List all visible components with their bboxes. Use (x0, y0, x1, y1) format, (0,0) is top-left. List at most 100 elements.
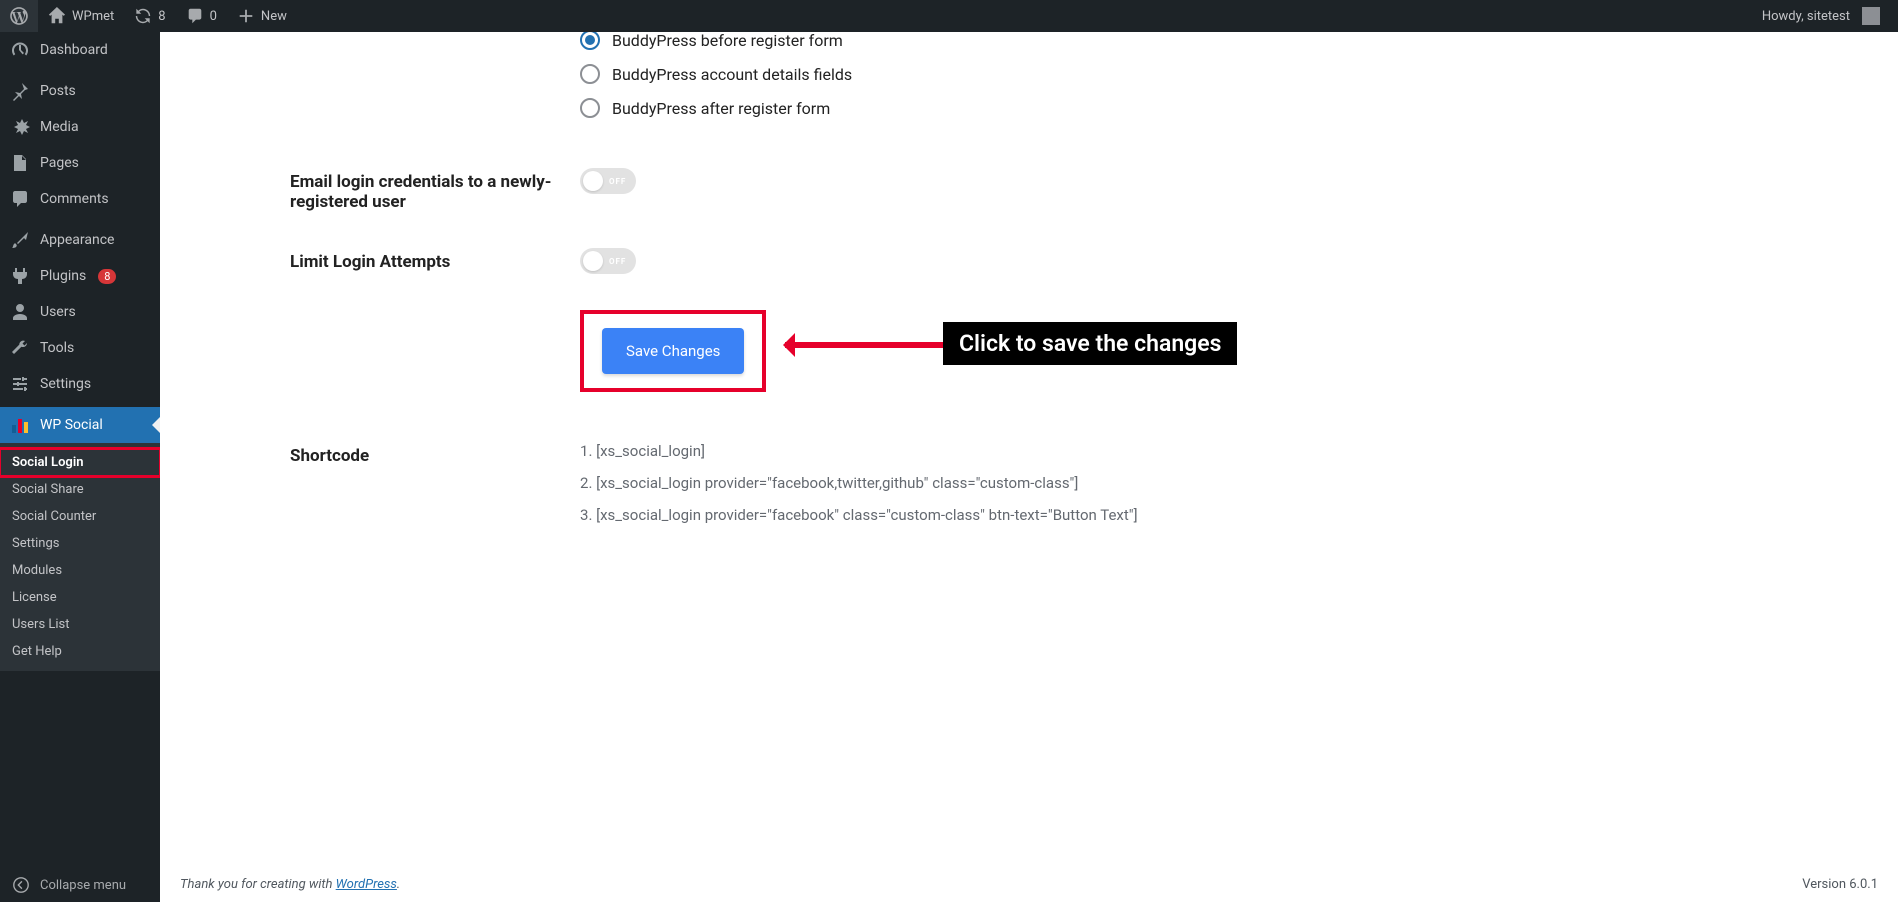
radio-label: BuddyPress account details fields (612, 65, 852, 84)
email-creds-label: Email login credentials to a newly-regis… (290, 168, 580, 212)
sidebar-item-users[interactable]: Users (0, 294, 160, 330)
user-icon (10, 302, 30, 322)
page-icon (10, 153, 30, 173)
submenu-social-counter[interactable]: Social Counter (0, 503, 160, 530)
footer-thanks-pre: Thank you for creating with (180, 877, 336, 892)
plug-icon (10, 266, 30, 286)
submenu-settings[interactable]: Settings (0, 530, 160, 557)
annotation-arrow (785, 342, 945, 348)
radio-group-label (290, 32, 580, 36)
adminbar-new[interactable]: New (227, 0, 297, 32)
radio-label: BuddyPress after register form (612, 99, 830, 118)
limit-attempts-label: Limit Login Attempts (290, 248, 580, 272)
annotation-callout: Click to save the changes (943, 322, 1237, 365)
comment-icon (10, 189, 30, 209)
sliders-icon (10, 374, 30, 394)
sidebar-label: Settings (40, 376, 91, 392)
submenu-license[interactable]: License (0, 584, 160, 611)
sidebar-item-comments[interactable]: Comments (0, 181, 160, 217)
sidebar-label: Media (40, 119, 79, 135)
email-creds-toggle[interactable]: OFF (580, 168, 636, 194)
update-icon (134, 7, 152, 25)
shortcode-list: [xs_social_login] [xs_social_login provi… (580, 442, 1878, 524)
dashboard-icon (10, 40, 30, 60)
buddypress-position-group: BuddyPress before register form BuddyPre… (580, 32, 1878, 132)
admin-bar: WPmet 8 0 New Howdy, sitetest (0, 0, 1898, 32)
toggle-knob (583, 251, 603, 271)
home-icon (48, 7, 66, 25)
sidebar-label: Tools (40, 340, 74, 356)
radio-icon (580, 98, 600, 118)
adminbar-site-name: WPmet (72, 9, 114, 24)
toggle-off-label: OFF (609, 177, 626, 186)
collapse-icon (12, 876, 30, 894)
save-highlight-box: Save Changes (580, 310, 766, 392)
toggle-off-label: OFF (609, 257, 626, 266)
sidebar-item-settings[interactable]: Settings (0, 366, 160, 402)
radio-icon (580, 64, 600, 84)
avatar (1862, 7, 1880, 25)
shortcode-item: [xs_social_login provider="facebook,twit… (580, 474, 1878, 492)
footer-version: Version 6.0.1 (1802, 877, 1878, 892)
adminbar-comments-count: 0 (210, 9, 217, 24)
adminbar-site-link[interactable]: WPmet (38, 0, 124, 32)
sidebar-label: WP Social (40, 417, 103, 433)
adminbar-comments[interactable]: 0 (176, 0, 227, 32)
submenu-social-share[interactable]: Social Share (0, 476, 160, 503)
wrench-icon (10, 338, 30, 358)
limit-attempts-toggle[interactable]: OFF (580, 248, 636, 274)
sidebar-item-plugins[interactable]: Plugins 8 (0, 258, 160, 294)
sidebar-label: Pages (40, 155, 79, 171)
adminbar-updates-count: 8 (158, 9, 165, 24)
save-changes-button[interactable]: Save Changes (602, 328, 744, 374)
sidebar-label: Dashboard (40, 42, 108, 58)
adminbar-account[interactable]: Howdy, sitetest (1752, 0, 1890, 32)
footer-thanks-post: . (397, 877, 400, 892)
comment-icon (186, 7, 204, 25)
radio-icon (580, 32, 600, 50)
sidebar-item-wpsocial[interactable]: WP Social (0, 407, 160, 443)
sidebar-label: Users (40, 304, 76, 320)
submenu-users-list[interactable]: Users List (0, 611, 160, 638)
wordpress-icon (10, 7, 28, 25)
submenu-get-help[interactable]: Get Help (0, 638, 160, 665)
sidebar-item-tools[interactable]: Tools (0, 330, 160, 366)
footer-thanks: Thank you for creating with WordPress. (180, 877, 400, 892)
adminbar-updates[interactable]: 8 (124, 0, 175, 32)
toggle-knob (583, 171, 603, 191)
radio-bp-account-details[interactable]: BuddyPress account details fields (580, 64, 1878, 84)
sidebar-item-appearance[interactable]: Appearance (0, 222, 160, 258)
sidebar-label: Plugins (40, 268, 86, 284)
shortcode-label: Shortcode (290, 442, 580, 466)
radio-label: BuddyPress before register form (612, 32, 843, 50)
admin-sidebar: Dashboard Posts Media Pages Comments App… (0, 32, 160, 902)
collapse-menu[interactable]: Collapse menu (0, 868, 138, 902)
footer-wordpress-link[interactable]: WordPress (336, 877, 397, 892)
pin-icon (10, 81, 30, 101)
plus-icon (237, 7, 255, 25)
shortcode-item: [xs_social_login provider="facebook" cla… (580, 506, 1878, 524)
sidebar-label: Appearance (40, 232, 114, 248)
adminbar-new-label: New (261, 9, 287, 24)
radio-bp-after[interactable]: BuddyPress after register form (580, 98, 1878, 118)
admin-footer: Thank you for creating with WordPress. V… (180, 877, 1878, 892)
sidebar-label: Posts (40, 83, 76, 99)
wpsocial-submenu: Social Login Social Share Social Counter… (0, 443, 160, 671)
plugins-count-badge: 8 (98, 269, 116, 284)
adminbar-wp-logo[interactable] (0, 0, 38, 32)
media-icon (10, 117, 30, 137)
sidebar-item-media[interactable]: Media (0, 109, 160, 145)
main-content: BuddyPress before register form BuddyPre… (160, 32, 1898, 902)
sidebar-item-posts[interactable]: Posts (0, 73, 160, 109)
submenu-modules[interactable]: Modules (0, 557, 160, 584)
radio-bp-before[interactable]: BuddyPress before register form (580, 32, 1878, 50)
wpsocial-icon (10, 415, 30, 435)
save-area: Save Changes Click to save the changes (580, 310, 1878, 392)
sidebar-item-pages[interactable]: Pages (0, 145, 160, 181)
collapse-label: Collapse menu (40, 878, 126, 893)
brush-icon (10, 230, 30, 250)
shortcode-item: [xs_social_login] (580, 442, 1878, 460)
sidebar-item-dashboard[interactable]: Dashboard (0, 32, 160, 68)
sidebar-label: Comments (40, 191, 109, 207)
submenu-social-login[interactable]: Social Login (0, 449, 160, 476)
